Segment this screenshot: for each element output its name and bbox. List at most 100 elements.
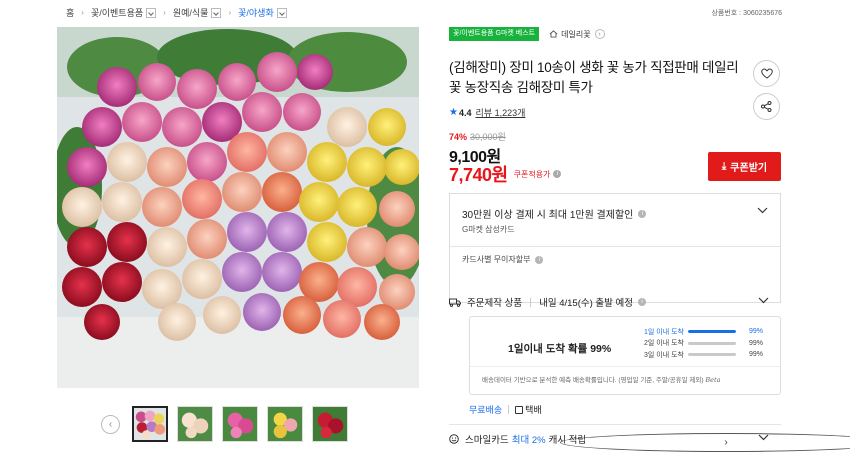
chevron-down-icon[interactable] xyxy=(211,7,222,18)
delivery-row: 무료배송 택배 xyxy=(469,403,542,416)
chevron-down-icon[interactable] xyxy=(757,207,768,214)
heart-icon xyxy=(760,68,773,79)
share-icon xyxy=(761,101,772,112)
breadcrumb-separator-icon: › xyxy=(163,8,166,17)
arrival-row-value: 99% xyxy=(748,339,763,347)
thumbnail-image xyxy=(313,407,347,441)
chevron-down-icon[interactable] xyxy=(276,7,287,18)
breadcrumb-category-1[interactable]: 꽃/이벤트용품 › xyxy=(91,6,173,19)
arrival-row-label: 3일 이내 도착 xyxy=(644,351,684,359)
review-count[interactable]: 1,223개 xyxy=(495,108,526,118)
info-icon[interactable]: i xyxy=(535,255,544,264)
breadcrumb: 홈 › 꽃/이벤트용품 › 원예/식물 › 꽃/야생화 xyxy=(66,6,287,19)
thumbnail-image xyxy=(223,407,257,441)
coupon-price-row: 7,740원 쿠폰적용가 i xyxy=(449,161,562,187)
beta-label: Beta xyxy=(705,376,721,384)
best-badge[interactable]: 꽃/이벤트용품 G마켓 베스트 xyxy=(449,27,540,41)
rating-score: 4.4 xyxy=(458,107,472,118)
arrival-row-fill xyxy=(688,341,736,345)
rating-row: ★ 4.4 리뷰 1,223개 xyxy=(449,106,525,119)
breadcrumb-separator-icon: › xyxy=(81,8,84,17)
card-offer-title-row[interactable]: 30만원 이상 결제 시 최대 1만원 결제할인 i xyxy=(462,206,647,221)
divider xyxy=(508,405,510,414)
thumbnail-image xyxy=(178,407,212,441)
arrival-row-bar xyxy=(688,353,736,356)
delivery-method: 택배 xyxy=(525,405,542,415)
coupon-download-button[interactable]: ⤓ 쿠폰받기 xyxy=(708,152,781,181)
arrival-probability-box: 1일이내 도착 확률 99% 1일 이내 도착 99% 2일 이내 도착 99%… xyxy=(469,316,781,395)
product-number: 상품번호 : 3060235676 xyxy=(711,10,782,17)
smile-card-suffix: 캐시 적립 xyxy=(548,435,587,446)
breadcrumb-separator-icon: › xyxy=(228,8,232,17)
smile-card-prefix: 스마일카드 xyxy=(465,435,509,446)
thumbnail-5[interactable] xyxy=(312,406,348,442)
arrival-row-value: 99% xyxy=(748,351,763,358)
breadcrumb-category-3[interactable]: 꽃/야생화 xyxy=(238,6,287,19)
parcel-icon xyxy=(515,405,524,414)
smile-icon xyxy=(449,434,459,444)
product-info-panel: 꽃/이벤트용품 G마켓 베스트 데일리꽃 › (김해장미) 장미 10송이 생화… xyxy=(449,27,781,446)
shipping-departure: 내일 4/15(수) 출발 예정 xyxy=(539,298,634,309)
product-title: (김해장미) 장미 10송이 생화 꽃 농가 직접판매 데일리 꽃 농장직송 김… xyxy=(449,60,739,95)
info-icon[interactable]: i xyxy=(553,170,562,178)
coupon-price-label: 쿠폰적용가 xyxy=(513,169,551,179)
thumbnail-2[interactable] xyxy=(177,406,213,442)
shipping-type: 주문제작 상품 xyxy=(467,298,523,309)
shipping-row[interactable]: 주문제작 상품 내일 4/15(수) 출발 예정 i xyxy=(449,295,781,309)
installment-label[interactable]: 카드사별 무이자할부 xyxy=(462,254,530,265)
breadcrumb-label[interactable]: 꽃/야생화 xyxy=(238,6,274,19)
breadcrumb-label[interactable]: 홈 xyxy=(66,6,74,19)
breadcrumb-label[interactable]: 원예/식물 xyxy=(173,6,209,19)
arrival-row: 1일 이내 도착 99% xyxy=(644,326,774,337)
star-icon: ★ xyxy=(449,107,458,118)
badge-row: 꽃/이벤트용품 G마켓 베스트 데일리꽃 › xyxy=(449,27,781,41)
arrival-note-text: 배송데이터 기반으로 분석한 예측 배송확률입니다. (영업일 기준, 주말/공… xyxy=(482,377,704,384)
card-name: G마켓 삼성카드 xyxy=(462,225,515,234)
arrival-row: 3일 이내 도착 99% xyxy=(644,349,774,360)
arrival-row-value: 99% xyxy=(748,328,763,335)
original-price: 30,000원 xyxy=(470,132,506,142)
divider xyxy=(470,366,780,367)
divider xyxy=(450,246,780,247)
breadcrumb-label[interactable]: 꽃/이벤트용품 xyxy=(91,6,143,19)
coupon-price: 7,740원 xyxy=(449,165,508,185)
arrival-row: 2일 이내 도착 99% xyxy=(644,338,774,349)
arrival-note: 배송데이터 기반으로 분석한 예측 배송확률입니다. (영업일 기준, 주말/공… xyxy=(482,374,720,384)
product-main-image[interactable] xyxy=(57,27,419,388)
arrival-row-bar xyxy=(688,330,736,333)
smile-card-highlight: 최대 2% xyxy=(511,435,546,446)
discount-percent: 74% xyxy=(449,131,468,142)
arrival-row-fill xyxy=(688,330,736,333)
smile-card-row[interactable]: 스마일카드 최대 2% 캐시 적립 xyxy=(449,432,781,446)
thumbnail-image xyxy=(268,407,302,441)
thumbnail-1[interactable] xyxy=(132,406,168,442)
wishlist-button[interactable] xyxy=(753,60,780,87)
breadcrumb-category-2[interactable]: 원예/식물 › xyxy=(173,6,238,19)
info-icon[interactable]: i xyxy=(638,209,647,218)
share-button[interactable] xyxy=(753,93,780,120)
home-icon xyxy=(549,30,558,38)
card-offer-title[interactable]: 30만원 이상 결제 시 최대 1만원 결제할인 xyxy=(462,206,633,221)
review-link[interactable]: 리뷰 1,223개 xyxy=(475,106,525,119)
review-label[interactable]: 리뷰 xyxy=(475,108,492,118)
chevron-down-icon[interactable] xyxy=(146,7,157,18)
divider xyxy=(530,297,532,307)
divider xyxy=(449,424,781,425)
info-icon[interactable]: i xyxy=(638,298,647,306)
discount-row: 74% 30,000원 xyxy=(449,130,506,143)
arrow-left-icon[interactable]: ‹ xyxy=(101,414,120,434)
roses-photo xyxy=(57,27,419,388)
installment-row[interactable]: 카드사별 무이자할부 i xyxy=(462,254,544,265)
chevron-right-icon[interactable]: › xyxy=(594,29,605,39)
thumbnail-4[interactable] xyxy=(267,406,303,442)
chevron-down-icon[interactable] xyxy=(758,434,769,441)
daily-flower-badge[interactable]: 데일리꽃 › xyxy=(549,29,605,40)
chevron-down-icon[interactable] xyxy=(758,297,769,304)
breadcrumb-home[interactable]: 홈 › xyxy=(66,6,91,19)
arrival-probability-list: 1일 이내 도착 99% 2일 이내 도착 99% 3일 이내 도착 99% xyxy=(644,326,774,361)
arrival-row-label: 2일 이내 도착 xyxy=(644,340,684,347)
truck-icon xyxy=(449,298,461,307)
thumbnail-3[interactable] xyxy=(222,406,258,442)
arrival-row-label: 1일 이내 도착 xyxy=(644,328,684,336)
coupon-button-label: 쿠폰받기 xyxy=(730,163,768,174)
